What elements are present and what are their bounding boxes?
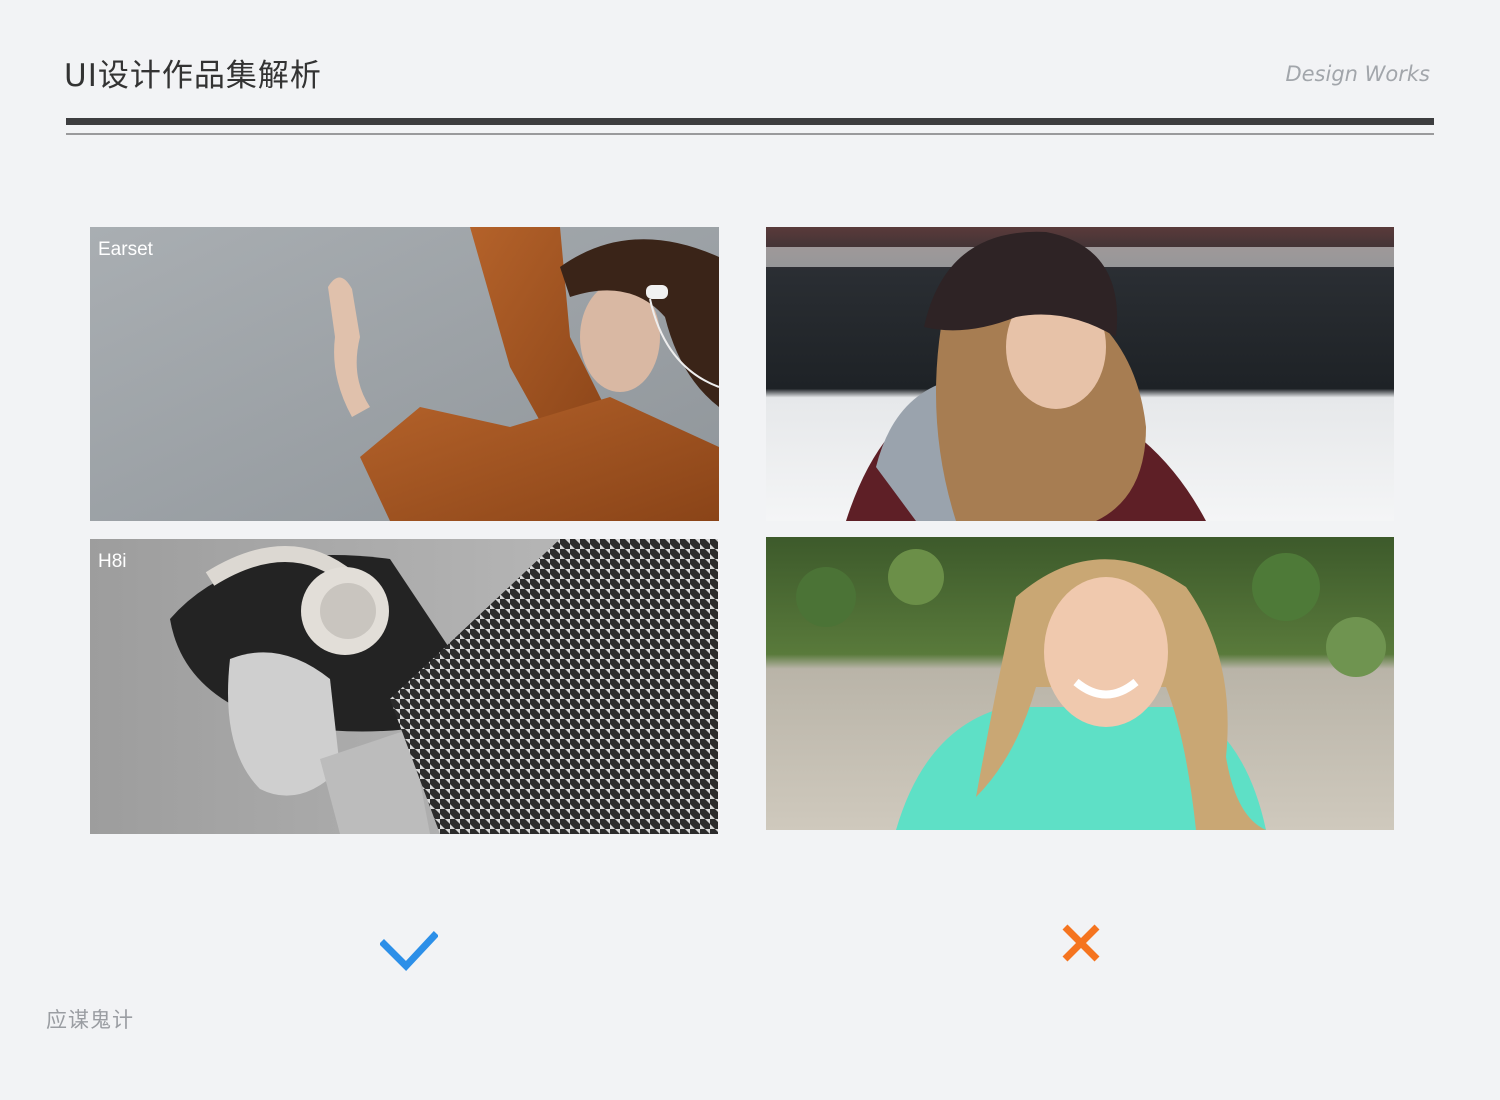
- beach-photo-illustration: [766, 537, 1394, 830]
- earset-photo-illustration: [90, 227, 719, 521]
- page-subtitle: Design Works: [1285, 62, 1430, 86]
- photo-label-earset: Earset: [98, 239, 153, 260]
- check-icon: [379, 930, 439, 977]
- bad-example-photo-beanie: [766, 227, 1394, 521]
- photo-label-h8i: H8i: [98, 551, 127, 572]
- header-rule-thin: [66, 133, 1434, 135]
- page-title: UI设计作品集解析: [64, 58, 322, 94]
- footer-signature: 应谋鬼计: [46, 1008, 134, 1032]
- bad-example-photo-beach: [766, 537, 1394, 830]
- good-example-photo-earset: Earset: [90, 227, 719, 521]
- beanie-photo-illustration: [766, 227, 1394, 521]
- good-example-photo-h8i: H8i: [90, 539, 718, 834]
- header-rule-thick: [66, 118, 1434, 125]
- h8i-photo-illustration: [90, 539, 718, 834]
- cross-icon: [1060, 922, 1102, 969]
